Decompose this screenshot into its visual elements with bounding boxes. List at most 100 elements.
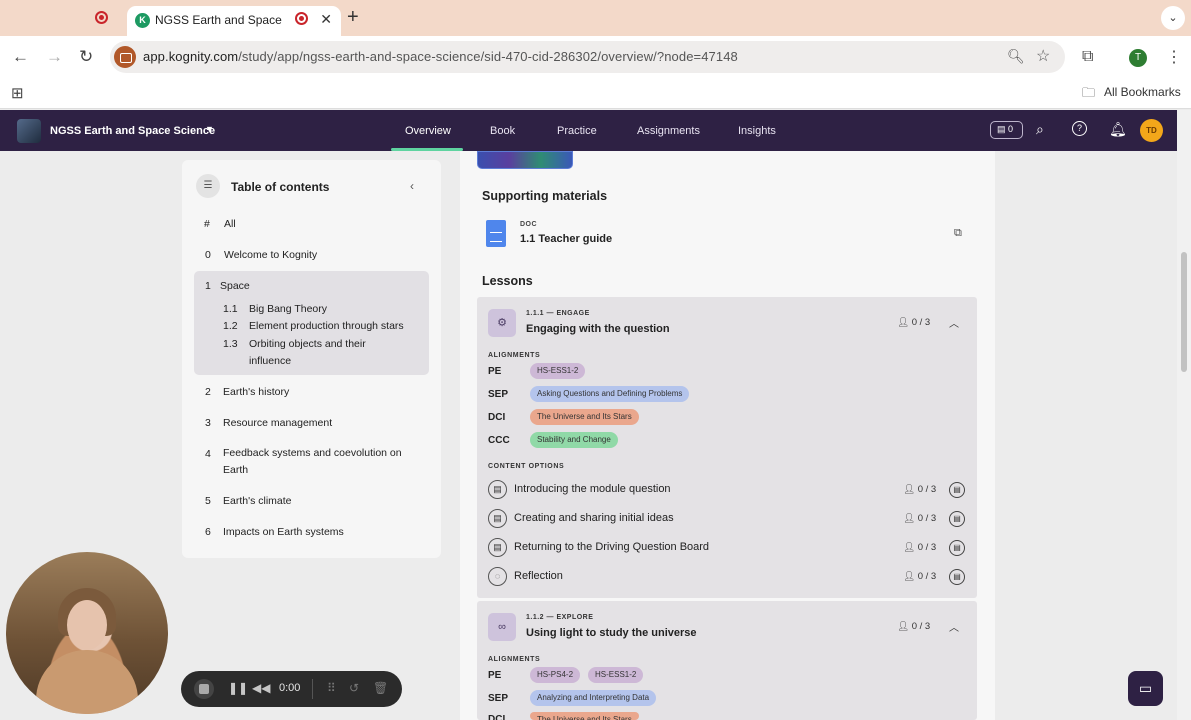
toc-item-all[interactable]: All [224, 216, 236, 233]
app-header: NGSS Earth and Space Science ▼ Overview … [0, 110, 1177, 151]
assign-clipboard-icon[interactable]: ▤ [949, 482, 965, 498]
extensions-icon[interactable]: ⧉ [1082, 48, 1093, 66]
presenter-body [36, 650, 138, 714]
browser-toolbar: ← → ↻ app.kognity.com/study/app/ngss-ear… [0, 36, 1191, 78]
tab-close-icon[interactable]: ✕ [320, 11, 332, 28]
lesson-card: ⚙ 1.1.1 — ENGAGE Engaging with the quest… [477, 297, 977, 598]
content-option[interactable]: Introducing the module question [514, 483, 671, 495]
address-bar[interactable]: app.kognity.com/study/app/ngss-earth-and… [110, 41, 1065, 73]
toc-number: 6 [205, 526, 211, 538]
stop-recording-button[interactable] [194, 679, 214, 699]
sep-tag[interactable]: Asking Questions and Defining Problems [530, 386, 690, 402]
lesson-title[interactable]: Engaging with the question [526, 323, 670, 335]
url-text[interactable]: app.kognity.com/study/app/ngss-earth-and… [143, 49, 738, 64]
nav-overview[interactable]: Overview [405, 125, 451, 137]
document-icon [486, 220, 506, 247]
nav-assignments[interactable]: Assignments [637, 125, 700, 137]
page-icon: ▤ [488, 538, 507, 557]
recording-time: 0:00 [279, 682, 301, 694]
caret-down-icon[interactable]: ▼ [205, 124, 214, 134]
toc-item-space[interactable]: Space [220, 278, 250, 295]
collapse-chevron-icon[interactable]: ‹ [410, 179, 414, 193]
bookmarks-bar: ⊞ 🗀︎ All Bookmarks [0, 78, 1191, 109]
supporting-materials-heading: Supporting materials [482, 189, 608, 203]
dci-tag[interactable]: The Universe and Its Stars [530, 712, 639, 720]
lesson-card: ∞ 1.1.2 — EXPLORE Using light to study t… [477, 601, 977, 720]
apps-grid-icon[interactable]: ⊞ [11, 84, 24, 102]
teacher-guide-link[interactable]: 1.1 Teacher guide [520, 233, 612, 245]
ccc-label: CCC [488, 435, 510, 446]
pe-tag[interactable]: HS-ESS1-2 [530, 363, 586, 379]
help-icon[interactable]: ? [1072, 121, 1087, 136]
page-scrollbar[interactable] [1177, 110, 1191, 720]
forward-arrow-icon[interactable]: → [46, 47, 63, 67]
all-bookmarks-link[interactable]: All Bookmarks [1104, 85, 1181, 99]
dci-tag[interactable]: The Universe and Its Stars [530, 409, 639, 425]
recording-indicator-icon [95, 11, 108, 24]
collapse-chevron-icon[interactable]: ︿ [949, 315, 959, 330]
ccc-tag[interactable]: Stability and Change [530, 432, 618, 448]
bookmark-star-icon[interactable]: ☆ [1036, 46, 1050, 66]
course-title[interactable]: NGSS Earth and Space Science [50, 125, 215, 137]
reload-icon[interactable]: ↻ [79, 47, 93, 67]
alignments-label: ALIGNMENTS [488, 352, 541, 359]
back-arrow-icon[interactable]: ← [12, 47, 29, 67]
profile-avatar[interactable]: T [1129, 49, 1147, 67]
section-thumbnail-image [477, 151, 573, 169]
scrollbar-thumb[interactable] [1181, 252, 1187, 372]
toc-number: 1.2 [223, 320, 238, 332]
content-option[interactable]: Creating and sharing initial ideas [514, 512, 674, 524]
pe-tag[interactable]: HS-ESS1-2 [588, 667, 644, 683]
course-logo [17, 119, 41, 143]
drag-handle-icon[interactable]: ⠿ [327, 681, 336, 695]
toc-item-earths-history[interactable]: Earth's history [223, 384, 289, 401]
nav-insights[interactable]: Insights [738, 125, 776, 137]
zoom-icon[interactable]: 🔍︎ [1007, 48, 1025, 65]
pe-tag[interactable]: HS-PS4-2 [530, 667, 581, 683]
rewind-icon[interactable]: ◀◀ [252, 681, 270, 695]
assign-clipboard-icon[interactable]: ▤ [949, 540, 965, 556]
pause-icon[interactable]: ❚❚ [228, 681, 248, 695]
chat-icon[interactable]: ▭ [1128, 671, 1163, 706]
sep-label: SEP [488, 389, 509, 400]
toc-item-feedback-systems[interactable]: Feedback systems and coevolution on Eart… [223, 445, 413, 479]
browser-tab-active[interactable]: K NGSS Earth and Space Science ✕ [127, 6, 341, 36]
collapse-chevron-icon[interactable]: ︿ [949, 619, 959, 634]
toc-number: 0 [205, 249, 211, 261]
toc-subitem-orbiting-objects[interactable]: Orbiting objects and their influence [249, 336, 399, 370]
pe-label: PE [488, 670, 502, 681]
delete-icon[interactable]: 🗑︎ [373, 681, 388, 695]
toc-item-impacts[interactable]: Impacts on Earth systems [223, 524, 344, 541]
new-tab-button[interactable]: + [347, 6, 359, 29]
toc-number: 3 [205, 417, 211, 429]
content-option[interactable]: Returning to the Driving Question Board [514, 541, 709, 553]
sep-label: SEP [488, 693, 509, 704]
toc-item-welcome[interactable]: Welcome to Kognity [224, 247, 317, 264]
alignments-label: ALIGNMENTS [488, 656, 541, 663]
tab-title: NGSS Earth and Space Science [155, 13, 283, 27]
browser-menu-icon[interactable]: ⋮ [1166, 47, 1182, 67]
search-icon[interactable]: ⌕ [1036, 121, 1044, 138]
nav-book[interactable]: Book [490, 125, 515, 137]
assign-clipboard-icon[interactable]: ▤ [949, 569, 965, 585]
toc-subitem-big-bang[interactable]: Big Bang Theory [249, 301, 327, 318]
tab-search-menu-icon[interactable]: ⌄ [1161, 6, 1185, 30]
restart-icon[interactable]: ↺ [349, 681, 359, 695]
assign-clipboard-icon[interactable]: ▤ [949, 511, 965, 527]
toc-item-resource-management[interactable]: Resource management [223, 415, 332, 432]
site-info-icon[interactable] [114, 46, 136, 68]
user-avatar[interactable]: TD [1140, 119, 1163, 142]
nav-practice[interactable]: Practice [557, 125, 597, 137]
lesson-title[interactable]: Using light to study the universe [526, 627, 697, 639]
toc-item-earths-climate[interactable]: Earth's climate [223, 493, 292, 510]
content-option[interactable]: Reflection [514, 570, 563, 582]
toc-subitem-element-production[interactable]: Element production through stars [249, 318, 404, 335]
option-assigned-count: 👤︎ 0 / 3 [903, 484, 937, 495]
notification-bell-icon[interactable]: 🔔︎ [1109, 121, 1127, 138]
lesson-kicker: 1.1.2 — EXPLORE [526, 614, 594, 621]
sep-tag[interactable]: Analyzing and Interpreting Data [530, 690, 657, 706]
option-assigned-count: 👤︎ 0 / 3 [903, 513, 937, 524]
doc-type-label: DOC [520, 221, 538, 228]
clipboard-badge[interactable]: ▤ 0 [990, 121, 1023, 139]
external-link-icon[interactable]: ⧉ [954, 227, 962, 240]
